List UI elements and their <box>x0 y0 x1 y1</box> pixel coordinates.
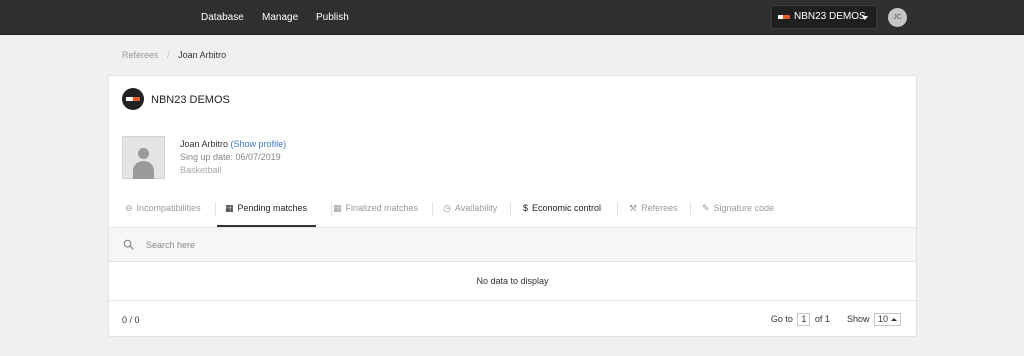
breadcrumb-current: Joan Arbitro <box>178 50 227 60</box>
calendar-check-icon: ▦ <box>333 203 342 213</box>
nav-database[interactable]: Database <box>201 0 244 35</box>
org-logo <box>122 88 144 110</box>
empty-table-message: No data to display <box>109 262 916 301</box>
minus-circle-icon: ⊖ <box>125 203 133 213</box>
breadcrumb: Referees / Joan Arbitro <box>122 50 226 60</box>
tab-referees[interactable]: ⚒ Referees <box>629 196 678 227</box>
show-label: Show <box>846 314 870 325</box>
search-bar <box>109 227 916 262</box>
clock-icon: ◷ <box>443 203 451 213</box>
org-mini-logo <box>778 15 790 19</box>
dollar-icon: $ <box>523 203 529 213</box>
nav-manage[interactable]: Manage <box>262 0 298 35</box>
show-profile-link[interactable]: (Show profile) <box>231 139 287 149</box>
tab-signature-code[interactable]: ✎ Signature code <box>702 196 774 227</box>
page-input[interactable]: 1 <box>797 313 811 327</box>
org-title: NBN23 DEMOS <box>151 94 230 106</box>
tab-pending-matches[interactable]: ▦ Pending matches <box>216 196 317 227</box>
profile-name-line: Joan Arbitro (Show profile) <box>180 139 286 149</box>
profile-sport: Basketball <box>180 165 222 175</box>
calendar-icon: ▦ <box>225 203 234 213</box>
breadcrumb-referees[interactable]: Referees <box>122 50 159 60</box>
breadcrumb-separator: / <box>167 50 170 60</box>
goto-label: Go to <box>770 314 793 325</box>
user-avatar[interactable]: JC <box>888 8 907 27</box>
pagination: Go to 1 of 1 Show 10 <box>771 312 903 327</box>
organization-select-label: NBN23 DEMOS <box>794 11 866 22</box>
search-input[interactable] <box>146 235 646 255</box>
caret-up-icon <box>891 318 897 322</box>
caret-down-icon <box>862 16 868 20</box>
tab-incompatibilities[interactable]: ⊖ Incompatibilities <box>125 196 201 227</box>
top-navbar: Database Manage Publish NBN23 DEMOS JC <box>0 0 1024 35</box>
page-total: of 1 <box>814 314 830 325</box>
tab-finalized-matches[interactable]: ▦ Finalized matches <box>333 196 418 227</box>
signup-date: Sing up date: 06/07/2019 <box>180 152 281 162</box>
results-count: 0 / 0 <box>122 315 140 325</box>
user-icon <box>138 148 149 159</box>
referee-card: NBN23 DEMOS Joan Arbitro (Show profile) … <box>108 75 917 337</box>
search-icon <box>123 239 134 250</box>
tab-economic-control[interactable]: $ Economic control <box>523 196 601 227</box>
tab-availability[interactable]: ◷ Availability <box>443 196 497 227</box>
profile-photo-placeholder <box>122 136 165 179</box>
gavel-icon: ⚒ <box>629 203 638 213</box>
profile-name: Joan Arbitro <box>180 139 229 149</box>
page-size-select[interactable]: 10 <box>873 313 901 327</box>
organization-select[interactable]: NBN23 DEMOS <box>771 5 877 29</box>
tab-bar: ⊖ Incompatibilities ▦ Pending matches ▦ Fin… <box>109 196 916 227</box>
nav-publish[interactable]: Publish <box>316 0 349 35</box>
pencil-icon: ✎ <box>702 203 710 213</box>
